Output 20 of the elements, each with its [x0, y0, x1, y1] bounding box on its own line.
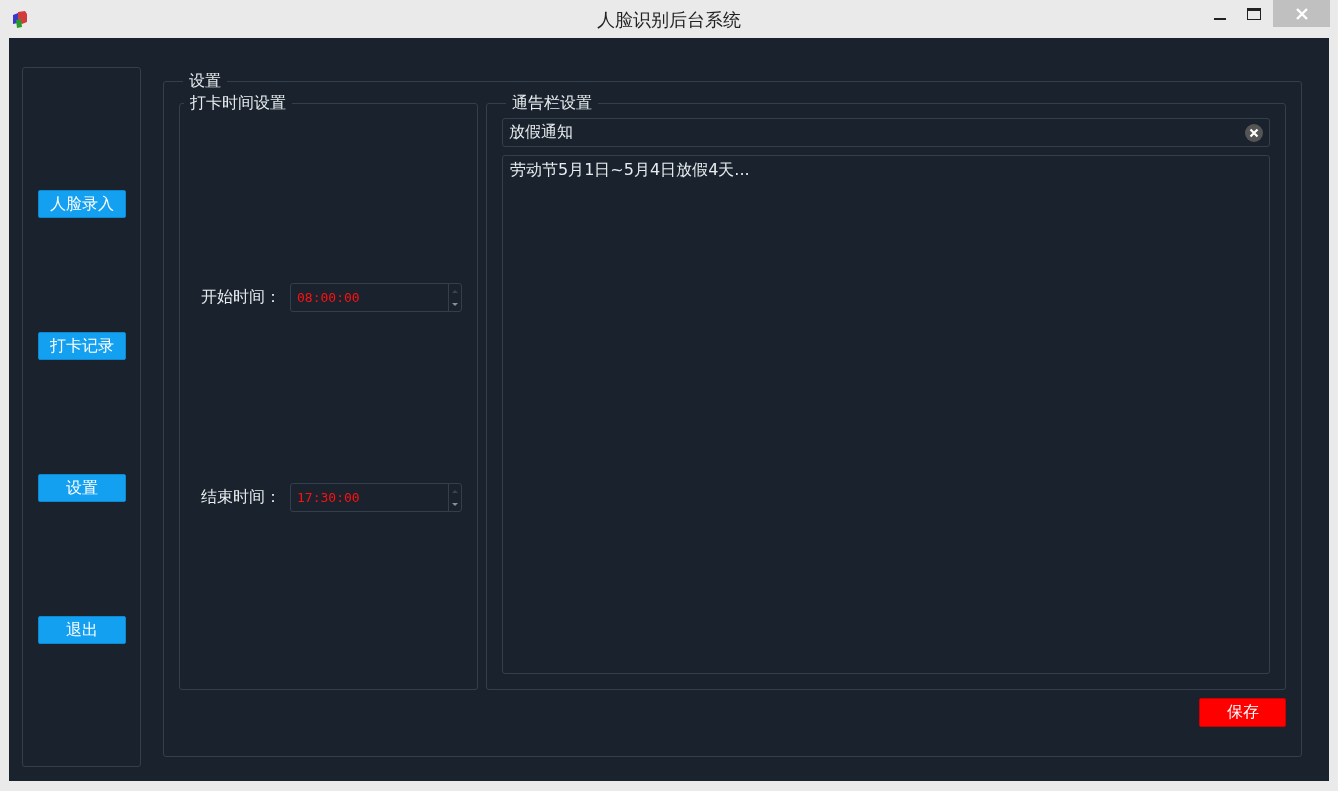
field-label: 结束时间：: [201, 487, 282, 508]
nav-button[interactable]: 设置: [37, 474, 126, 502]
window-title: 人脸识别后台系统: [597, 8, 741, 32]
time-field[interactable]: 17:30:00: [290, 483, 462, 512]
notice-text-area[interactable]: 劳动节5月1日~5月4日放假4天...: [502, 155, 1270, 674]
nav-button[interactable]: 打卡记录: [37, 332, 126, 360]
close-icon: [1295, 7, 1308, 20]
group-title: 设置: [188, 71, 222, 91]
clear-icon[interactable]: [1245, 123, 1263, 142]
subject-field[interactable]: 放假通知: [502, 118, 1270, 147]
nav-button[interactable]: 退出: [37, 616, 126, 644]
nav-button[interactable]: 人脸录入: [37, 190, 126, 218]
minimize-icon: [1214, 17, 1226, 20]
time-field[interactable]: 08:00:00: [290, 283, 462, 312]
group-title: 通告栏设置: [511, 93, 593, 113]
save-button[interactable]: 保存: [1199, 698, 1286, 727]
group-title: 打卡时间设置: [189, 93, 287, 113]
maximize-icon: [1247, 7, 1261, 20]
cube-icon: [12, 10, 28, 28]
field-label: 开始时间：: [201, 287, 282, 308]
